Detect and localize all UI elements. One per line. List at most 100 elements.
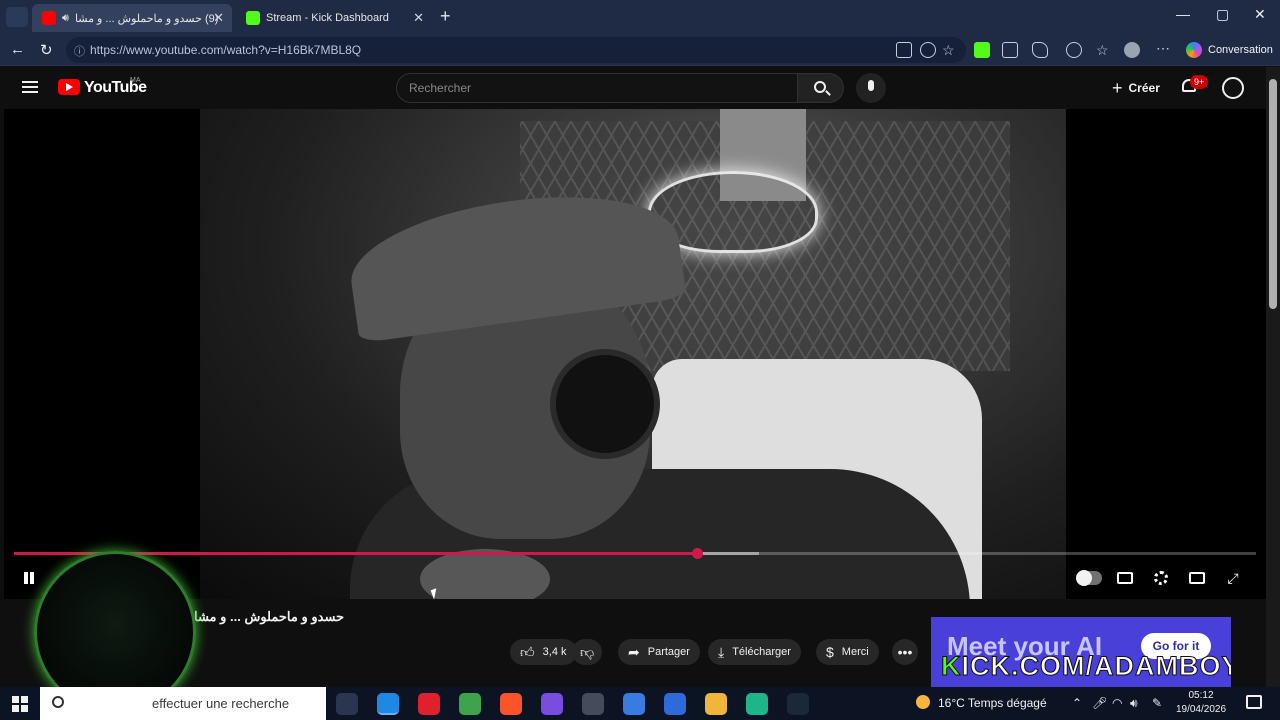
dislike-button[interactable]: 👎︎ — [572, 639, 603, 665]
maximize-button[interactable]: ▢ — [1216, 6, 1229, 23]
theater-mode-icon — [1189, 572, 1205, 584]
zoom-icon[interactable] — [920, 42, 936, 58]
volume-icon[interactable]: 🔊︎ — [1130, 696, 1138, 711]
tab-title: (9) حسدو و ماحملوش ... و مشا — [74, 12, 219, 25]
pause-icon — [24, 572, 28, 584]
theater-mode-button[interactable] — [1186, 567, 1208, 589]
system-clock[interactable]: 05:12 19/04/2026 — [1166, 689, 1236, 717]
pause-icon — [30, 572, 34, 584]
moon-icon — [916, 695, 930, 709]
more-actions-button[interactable]: ••• — [892, 639, 918, 665]
tab-kick-dashboard[interactable]: Stream - Kick Dashboard ✕ — [236, 4, 432, 32]
search-input[interactable]: Rechercher — [396, 73, 798, 103]
tab-youtube[interactable]: 🔊︎ (9) حسدو و ماحملوش ... و مشا ✕ — [32, 4, 232, 32]
copilot-label: Conversation — [1208, 44, 1273, 56]
youtube-favicon-icon — [42, 11, 56, 25]
close-window-button[interactable]: ✕ — [1254, 6, 1266, 23]
pause-button[interactable] — [18, 567, 40, 589]
clock-date: 19/04/2026 — [1175, 704, 1227, 715]
discord-like-icon[interactable] — [746, 693, 768, 715]
download-button[interactable]: ⤓ Télécharger — [708, 639, 801, 665]
download-icon: ⤓ — [718, 643, 725, 660]
more-icon[interactable]: ⋯ — [1156, 41, 1172, 58]
youtube-header: YouTube MA Rechercher + Créer 9+ — [4, 67, 1266, 109]
opera-icon[interactable] — [418, 693, 440, 715]
screenshot-icon[interactable] — [1002, 42, 1018, 58]
tab-close-icon[interactable]: ✕ — [213, 10, 224, 26]
scrollbar-thumb[interactable] — [1269, 79, 1277, 309]
weather-text: 16°C Temps dégagé — [938, 696, 1047, 710]
kick-favicon-icon — [246, 11, 260, 25]
windows-taskbar: effectuer une recherche 16°C Temps dégag… — [0, 687, 1280, 720]
kick-overlay-k: K — [941, 651, 962, 682]
favorite-star-icon[interactable]: ☆ — [942, 42, 958, 58]
store-icon[interactable] — [623, 693, 645, 715]
new-tab-button[interactable]: + — [440, 6, 451, 27]
weather-widget[interactable]: 16°C Temps dégagé — [916, 695, 1047, 710]
page-scrollbar[interactable] — [1266, 67, 1280, 687]
favorites-icon[interactable]: ☆ — [1096, 42, 1112, 58]
tab-actions-menu-button[interactable] — [6, 7, 28, 27]
tab-close-icon[interactable]: ✕ — [413, 10, 424, 26]
site-info-icon[interactable]: ⓘ — [74, 43, 85, 59]
refresh-icon[interactable]: ↻ — [40, 41, 53, 59]
purple-app-icon[interactable] — [541, 693, 563, 715]
apps-icon[interactable] — [896, 42, 912, 58]
video-frame[interactable] — [200, 109, 1066, 599]
address-bar-row: ← ↻ ⓘ https://www.youtube.com/watch?v=H1… — [0, 34, 1280, 66]
edge-icon[interactable] — [377, 693, 399, 715]
obs-icon[interactable] — [582, 693, 604, 715]
create-button[interactable]: + Créer — [1102, 74, 1170, 102]
autoplay-toggle[interactable] — [1076, 570, 1102, 586]
extensions-icon[interactable] — [1032, 42, 1048, 58]
create-label: Créer — [1128, 81, 1160, 95]
chrome-icon[interactable] — [459, 693, 481, 715]
microphone-icon — [868, 80, 874, 91]
steam-icon[interactable] — [787, 693, 809, 715]
minimize-button[interactable]: — — [1176, 6, 1190, 22]
headset-earcup — [550, 349, 660, 459]
clock-time: 05:12 — [1188, 690, 1214, 701]
network-icon[interactable]: ◠ — [1112, 696, 1122, 710]
notification-count-badge: 9+ — [1190, 75, 1209, 89]
country-code: MA — [130, 77, 141, 84]
url-field[interactable]: ⓘ https://www.youtube.com/watch?v=H16Bk7… — [66, 37, 966, 63]
chevron-up-icon[interactable]: ⌃ — [1072, 696, 1082, 710]
url-text: https://www.youtube.com/watch?v=H16Bk7MB… — [90, 43, 362, 57]
search-icon — [814, 81, 826, 93]
youtube-logo-icon[interactable] — [58, 79, 80, 95]
subtitles-button[interactable] — [1114, 567, 1136, 589]
fullscreen-button[interactable]: ⤢ — [1222, 567, 1244, 589]
fullscreen-icon: ⤢ — [1227, 570, 1239, 586]
autoplay-knob — [1076, 570, 1092, 586]
share-button[interactable]: ➦ Partager — [618, 639, 700, 665]
microphone-icon[interactable]: 🎤︎ — [1092, 696, 1107, 710]
speaker-icon[interactable]: 🔊︎ — [62, 12, 69, 25]
sponsored-ad-banner[interactable]: Meet your AI Go for it KICK.COM/ADAMBOYS… — [931, 617, 1231, 687]
profile-avatar-icon[interactable] — [1124, 42, 1140, 58]
brave-icon[interactable] — [500, 693, 522, 715]
back-arrow-icon[interactable]: ← — [10, 41, 25, 58]
task-view-icon[interactable] — [336, 693, 358, 715]
like-button[interactable]: 👍︎ 3,4 k — [510, 639, 577, 665]
account-avatar[interactable] — [1222, 77, 1244, 99]
video-player[interactable]: ⤢ — [4, 109, 1266, 599]
voice-search-button[interactable] — [856, 73, 886, 103]
copilot-conversation-button[interactable]: Conversation — [1180, 38, 1280, 62]
menu-icon[interactable] — [22, 81, 38, 93]
file-explorer-icon[interactable] — [705, 693, 727, 715]
thanks-button[interactable]: $ Merci — [816, 639, 879, 665]
settings-button[interactable] — [1150, 567, 1172, 589]
copilot-icon — [1186, 42, 1202, 58]
search-button[interactable] — [798, 73, 844, 103]
progress-bar[interactable] — [14, 548, 1256, 559]
taskbar-search-box[interactable]: effectuer une recherche — [40, 687, 326, 720]
pen-icon[interactable]: ✎ — [1152, 696, 1162, 710]
windows-start-icon[interactable] — [12, 696, 28, 712]
taskbar-search-text: effectuer une recherche — [152, 696, 290, 711]
search-icon — [52, 696, 64, 708]
notification-center-icon[interactable] — [1246, 695, 1262, 709]
media-control-icon[interactable] — [1066, 42, 1082, 58]
blue-app-icon[interactable] — [664, 693, 686, 715]
kick-extension-icon[interactable] — [974, 42, 990, 58]
